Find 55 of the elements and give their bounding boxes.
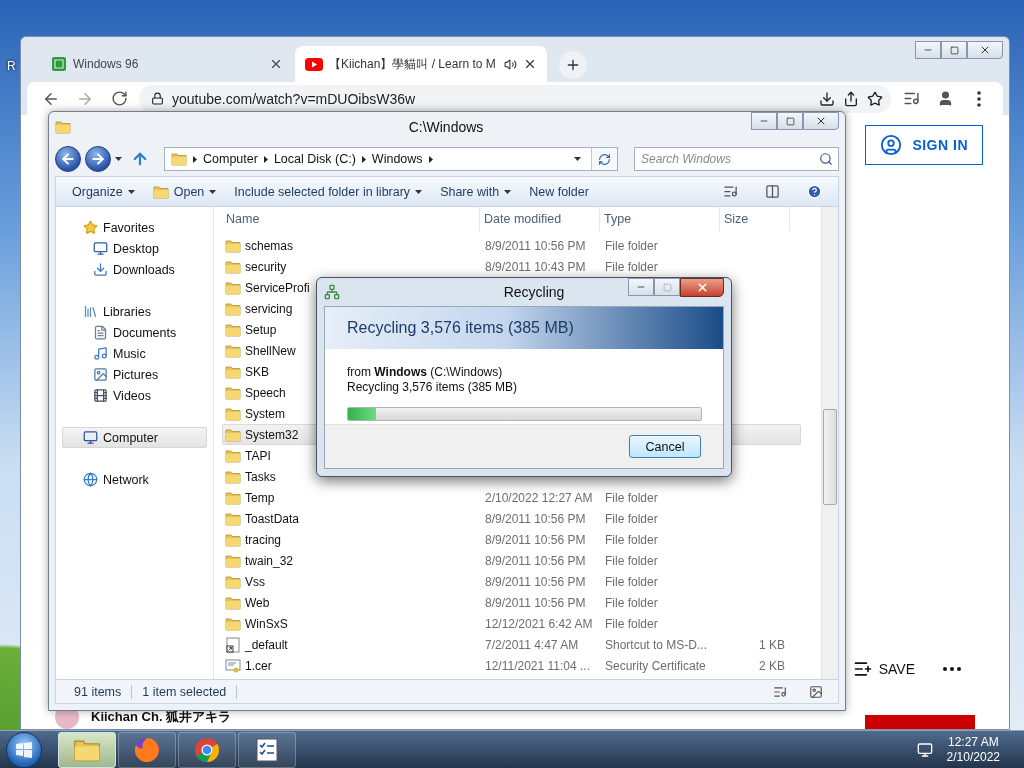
tab-title: Windows 96 — [73, 57, 140, 71]
file-name: Temp — [245, 490, 275, 505]
file-name: ToastData — [245, 511, 300, 526]
file-name: Tasks — [245, 469, 276, 484]
file-name: System — [245, 406, 285, 421]
date-cell-text: 2/10/2022 12:27 AM — [484, 490, 594, 505]
file-name: Speech — [245, 385, 286, 400]
date-cell-text: 8/9/2011 10:56 PM — [484, 511, 587, 526]
status-text: 91 items — [64, 684, 133, 699]
date-cell-text: 8/9/2011 10:43 PM — [484, 259, 587, 274]
type-cell-text: File folder — [604, 616, 659, 631]
file-name: security — [245, 259, 287, 274]
date-cell-text: 8/9/2011 10:56 PM — [484, 553, 587, 568]
type-cell-text: Shortcut to MS-D... — [604, 637, 709, 652]
type-cell-text: File folder — [604, 595, 659, 610]
type-cell-text: File folder — [604, 238, 659, 253]
file-name: servicing — [245, 301, 293, 316]
date-cell-text: 7/2/2011 4:47 AM — [484, 637, 580, 652]
file-name: Web — [245, 595, 270, 610]
date-cell-text: 12/12/2021 6:42 AM — [484, 616, 594, 631]
file-name: System32 — [245, 427, 299, 442]
file-name: 1.cer — [245, 658, 272, 673]
size-cell-text: 1 KB — [758, 637, 786, 652]
date-cell-text: 8/9/2011 10:56 PM — [484, 238, 587, 253]
desktop-icon-label: R — [7, 59, 16, 73]
date-cell-text: 8/9/2011 10:56 PM — [484, 574, 587, 589]
file-name: Vss — [245, 574, 265, 589]
file-name: TAPI — [245, 448, 271, 463]
date-cell-text: 12/11/2021 11:04 ... — [484, 658, 591, 673]
file-name: WinSxS — [245, 616, 288, 631]
file-name: _default — [245, 637, 288, 652]
source-text: from Windows (C:\Windows) — [347, 365, 504, 379]
tab-title: 【Kiichan】學貓叫 / Learn to M — [329, 55, 497, 73]
size-cell-text: 2 KB — [758, 658, 786, 673]
status-text: 1 item selected — [132, 684, 238, 699]
type-cell-text: Security Certificate — [604, 658, 707, 673]
type-cell-text: File folder — [604, 259, 659, 274]
type-cell-text: File folder — [604, 490, 659, 505]
file-name: schemas — [245, 238, 294, 253]
window-title: C:\Windows — [407, 119, 485, 135]
progress-text: Recycling 3,576 items (385 MB) — [347, 380, 519, 394]
date-cell-text: 8/9/2011 10:56 PM — [484, 532, 587, 547]
date-cell-text: 8/9/2011 10:56 PM — [484, 595, 587, 610]
file-name: ServiceProfi — [245, 280, 310, 295]
file-name: tracing — [245, 532, 282, 547]
type-cell-text: File folder — [604, 532, 659, 547]
type-cell-text: File folder — [604, 511, 659, 526]
file-name: twain_32 — [245, 553, 294, 568]
dialog-title: Recycling — [502, 284, 566, 300]
type-cell-text: File folder — [604, 553, 659, 568]
file-name: SKB — [245, 364, 269, 379]
file-name: Setup — [245, 322, 277, 337]
type-cell-text: File folder — [604, 574, 659, 589]
dialog-header: Recycling 3,576 items (385 MB) — [325, 307, 723, 349]
file-name: ShellNew — [245, 343, 296, 358]
